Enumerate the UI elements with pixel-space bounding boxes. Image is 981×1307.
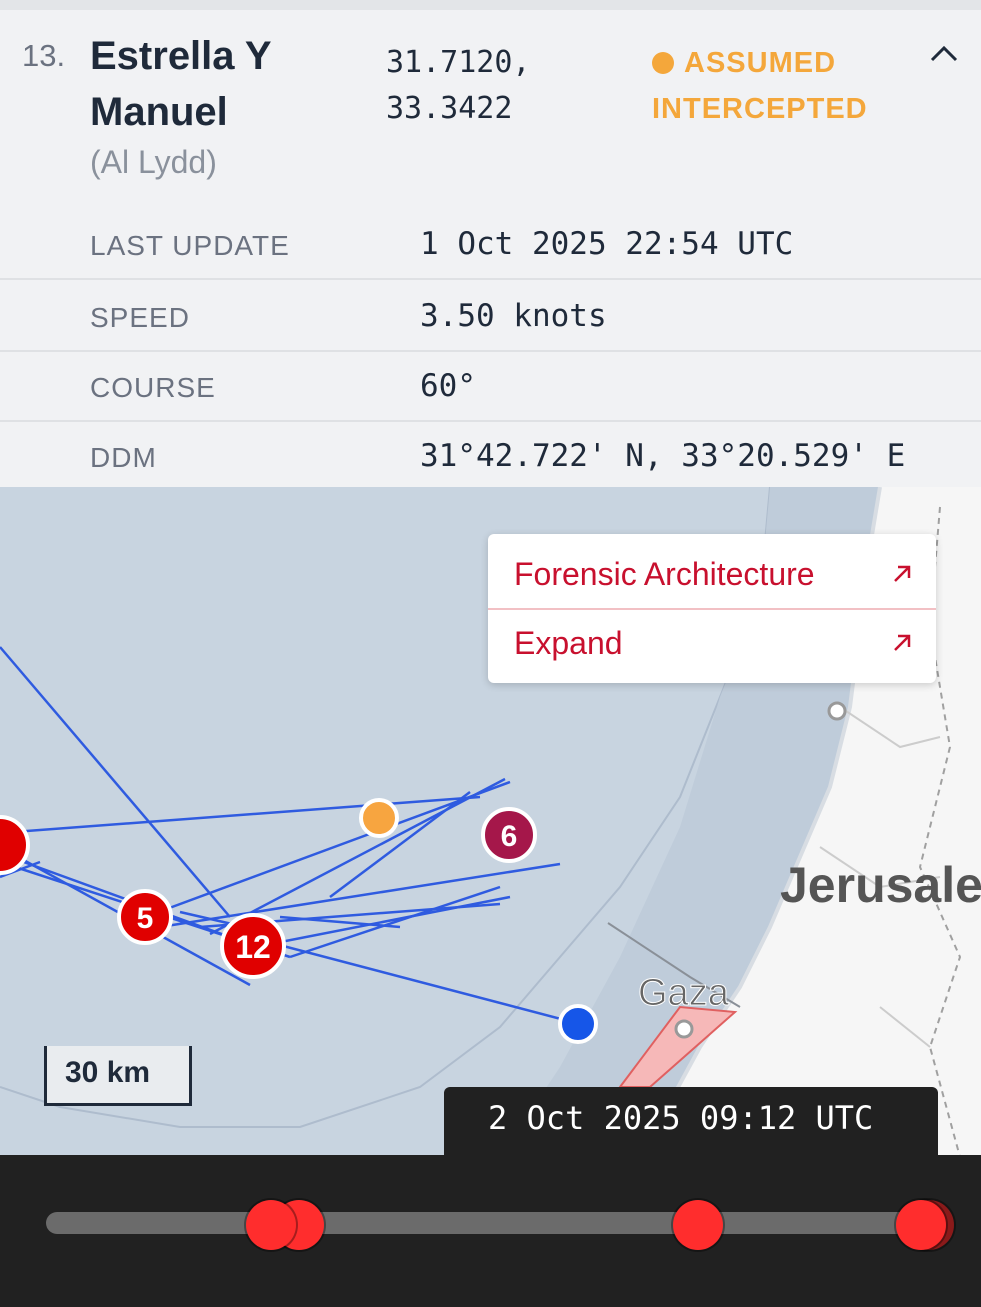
detail-label: DDM: [90, 442, 157, 473]
timeline-current-handle[interactable]: [896, 1200, 946, 1250]
chevron-up-icon[interactable]: [928, 38, 960, 70]
timestamp-text: 2 Oct 2025 09:12 UTC: [488, 1099, 874, 1137]
external-arrow-icon: [894, 634, 911, 651]
cluster-label: 12: [235, 929, 271, 965]
vessel-coordinates: 31.7120, 33.3422: [386, 40, 586, 132]
cluster-marker-12[interactable]: 12: [220, 913, 286, 979]
cluster-label: 6: [501, 820, 518, 853]
link-label: Expand: [514, 625, 623, 661]
gaza-city-dot: [674, 1019, 694, 1039]
cluster-label: 5: [137, 902, 154, 935]
vessel-marker-selected[interactable]: [359, 798, 399, 838]
scale-bar: 30 km: [44, 1046, 192, 1106]
cluster-marker-5[interactable]: 5: [117, 889, 173, 945]
cluster-marker-6[interactable]: 6: [481, 807, 537, 863]
coord-lat: 31.7120,: [386, 45, 531, 80]
detail-label: SPEED: [90, 302, 190, 333]
link-popup: Forensic Architecture Expand: [488, 534, 936, 683]
detail-value: 3.50 knots: [420, 298, 607, 334]
status-text: ASSUMED INTERCEPTED: [652, 47, 868, 125]
vessel-number: 13.: [22, 38, 66, 73]
detail-value: 60°: [420, 368, 476, 404]
detail-row-last-update: LAST UPDATE 1 Oct 2025 22:54 UTC: [0, 210, 981, 280]
vessel-marker-blue[interactable]: [558, 1004, 598, 1044]
timeline-handle[interactable]: [673, 1200, 723, 1250]
status-dot-icon: [652, 52, 674, 74]
city-label-gaza: Gaza: [638, 972, 730, 1014]
timeline-bar: [0, 1155, 981, 1307]
timeline-timestamp: 2 Oct 2025 09:12 UTC: [444, 1087, 938, 1157]
expand-link[interactable]: Expand: [488, 607, 936, 679]
detail-value: 1 Oct 2025 22:54 UTC: [420, 226, 794, 262]
detail-row-speed: SPEED 3.50 knots: [0, 282, 981, 352]
coord-lon: 33.3422: [386, 91, 513, 126]
detail-row-course: COURSE 60°: [0, 352, 981, 422]
detail-label: LAST UPDATE: [90, 230, 290, 261]
link-label: Forensic Architecture: [514, 556, 815, 592]
status-badge: ASSUMED INTERCEPTED: [652, 40, 932, 132]
scale-label: 30 km: [65, 1056, 151, 1089]
detail-value: 31°42.722' N, 33°20.529' E: [420, 438, 906, 474]
timeline-track[interactable]: [46, 1212, 946, 1234]
city-label-jerusalem: Jerusalem: [780, 857, 981, 913]
vessel-name: Estrella Y Manuel: [90, 34, 271, 134]
timeline-handle[interactable]: [246, 1200, 296, 1250]
detail-label: COURSE: [90, 372, 216, 403]
detail-row-ddm: DDM 31°42.722' N, 33°20.529' E: [0, 422, 981, 492]
city-dot: [827, 701, 847, 721]
cluster-marker-edge[interactable]: [0, 815, 30, 875]
external-arrow-icon: [894, 565, 911, 582]
forensic-architecture-link[interactable]: Forensic Architecture: [488, 538, 936, 610]
vessel-subname: (Al Lydd): [90, 144, 217, 180]
